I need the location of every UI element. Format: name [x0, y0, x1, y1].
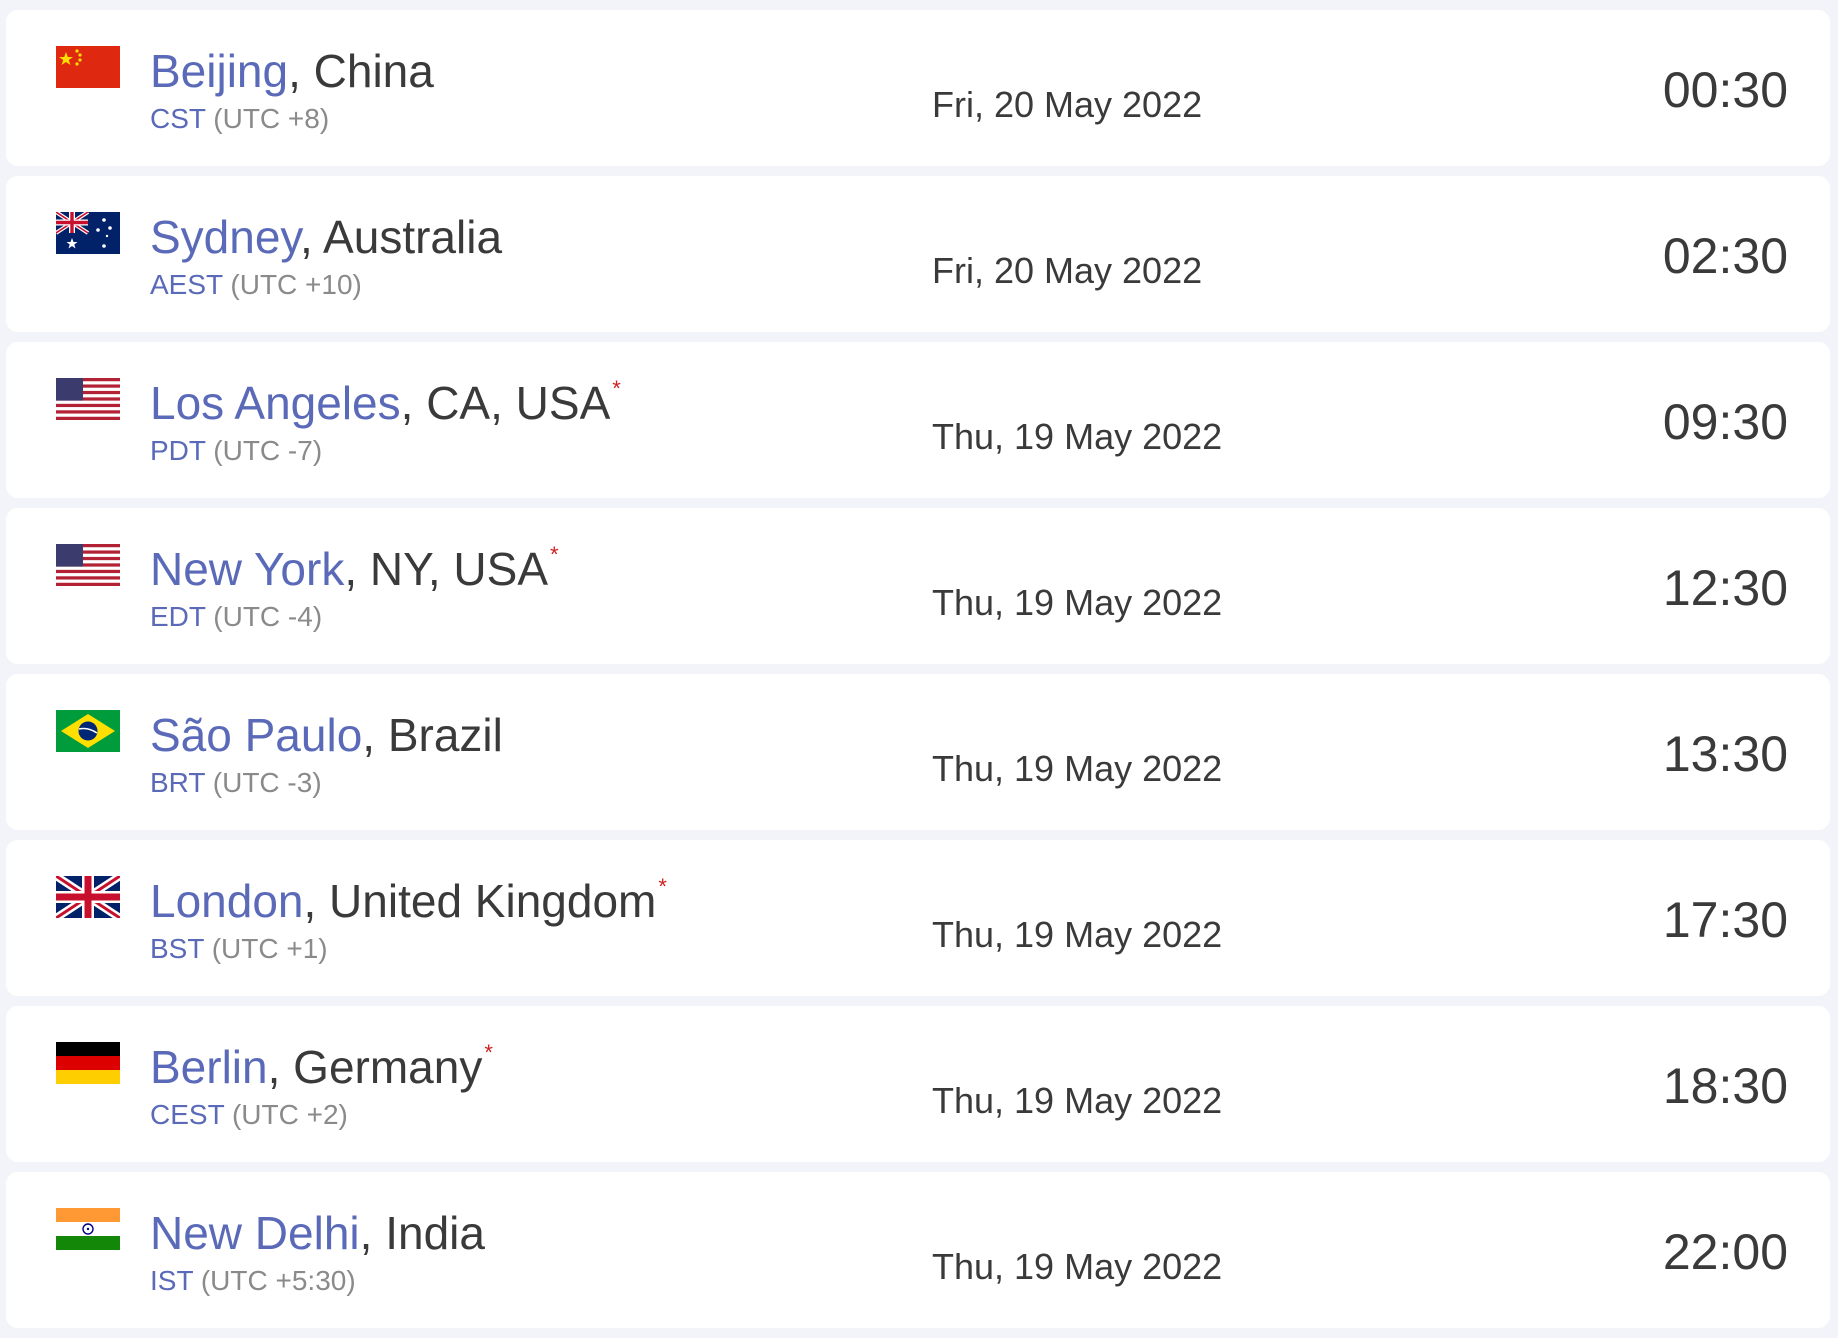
local-date: Thu, 19 May 2022 [932, 914, 1223, 955]
region-text: , Brazil [362, 709, 503, 761]
china-flag-icon [56, 46, 120, 88]
local-date: Fri, 20 May 2022 [932, 84, 1203, 125]
local-time: 17:30 [1662, 892, 1788, 948]
local-date: Thu, 19 May 2022 [932, 582, 1223, 623]
region-text: , Australia [300, 211, 503, 263]
dst-marker: * [550, 542, 559, 567]
brazil-flag-icon [56, 710, 120, 752]
timezone-info: CST (UTC +8) [150, 102, 329, 136]
clock-row-sydney: Sydney, Australia AEST (UTC +10) Fri, 20… [6, 176, 1830, 332]
location-name: New York, NY, USA* [150, 542, 559, 596]
local-time: 02:30 [1662, 228, 1788, 284]
region-text: , Germany [267, 1041, 483, 1093]
city-link[interactable]: London [150, 875, 304, 927]
utc-offset: (UTC +8) [205, 103, 330, 134]
region-text: , CA, USA [400, 377, 611, 429]
india-flag-icon [56, 1208, 120, 1250]
utc-offset: (UTC +2) [224, 1099, 348, 1130]
utc-offset: (UTC +10) [222, 269, 362, 300]
clock-row-london: London, United Kingdom* BST (UTC +1) Thu… [6, 840, 1830, 996]
location-name: Los Angeles, CA, USA* [150, 376, 621, 430]
timezone-info: IST (UTC +5:30) [150, 1264, 356, 1298]
local-date: Thu, 19 May 2022 [932, 748, 1223, 789]
local-time: 00:30 [1662, 62, 1788, 118]
timezone-abbr-link[interactable]: IST [150, 1265, 193, 1296]
timezone-abbr-link[interactable]: CST [150, 103, 206, 134]
location-name: Berlin, Germany* [150, 1040, 493, 1094]
timezone-info: CEST (UTC +2) [150, 1098, 348, 1132]
utc-offset: (UTC +1) [203, 933, 328, 964]
location-name: London, United Kingdom* [150, 874, 667, 928]
timezone-abbr-link[interactable]: AEST [150, 269, 223, 300]
region-text: , United Kingdom [303, 875, 657, 927]
region-text: , NY, USA [344, 543, 549, 595]
utc-offset: (UTC -4) [205, 601, 323, 632]
local-date: Fri, 20 May 2022 [932, 250, 1203, 291]
uk-flag-icon [56, 876, 120, 918]
dst-marker: * [484, 1040, 493, 1065]
city-link[interactable]: New York [150, 543, 344, 595]
city-link[interactable]: Berlin [150, 1041, 268, 1093]
germany-flag-icon [56, 1042, 120, 1084]
usa-flag-icon [56, 378, 120, 420]
timezone-abbr-link[interactable]: PDT [150, 435, 206, 466]
timezone-info: EDT (UTC -4) [150, 600, 322, 634]
usa-flag-icon [56, 544, 120, 586]
local-date: Thu, 19 May 2022 [932, 416, 1223, 457]
city-link[interactable]: Los Angeles [150, 377, 401, 429]
utc-offset: (UTC -3) [205, 767, 322, 798]
timezone-abbr-link[interactable]: EDT [150, 601, 206, 632]
location-name: New Delhi, India [150, 1206, 487, 1260]
location-name: São Paulo, Brazil [150, 708, 505, 762]
clock-row-beijing: Beijing, China CST (UTC +8) Fri, 20 May … [6, 10, 1830, 166]
timezone-info: BST (UTC +1) [150, 932, 328, 966]
timezone-info: AEST (UTC +10) [150, 268, 362, 302]
dst-marker: * [612, 376, 621, 401]
clock-row-los-angeles: Los Angeles, CA, USA* PDT (UTC -7) Thu, … [6, 342, 1830, 498]
utc-offset: (UTC -7) [205, 435, 323, 466]
city-link[interactable]: Beijing [150, 45, 288, 97]
timezone-abbr-link[interactable]: BST [150, 933, 204, 964]
local-time: 18:30 [1662, 1058, 1788, 1114]
timezone-info: PDT (UTC -7) [150, 434, 322, 468]
local-time: 09:30 [1662, 394, 1788, 450]
world-clock-list: Beijing, China CST (UTC +8) Fri, 20 May … [6, 10, 1830, 1338]
local-date: Thu, 19 May 2022 [932, 1080, 1223, 1121]
timezone-abbr-link[interactable]: CEST [150, 1099, 224, 1130]
local-time: 13:30 [1662, 726, 1788, 782]
region-text: , China [288, 45, 434, 97]
timezone-abbr-link[interactable]: BRT [150, 767, 205, 798]
location-name: Beijing, China [150, 44, 436, 98]
clock-row-berlin: Berlin, Germany* CEST (UTC +2) Thu, 19 M… [6, 1006, 1830, 1162]
clock-row-new-york: New York, NY, USA* EDT (UTC -4) Thu, 19 … [6, 508, 1830, 664]
city-link[interactable]: São Paulo [150, 709, 362, 761]
local-time: 12:30 [1662, 560, 1788, 616]
city-link[interactable]: New Delhi [150, 1207, 360, 1259]
utc-offset: (UTC +5:30) [193, 1265, 356, 1296]
local-date: Thu, 19 May 2022 [932, 1246, 1223, 1287]
timezone-info: BRT (UTC -3) [150, 766, 322, 800]
city-link[interactable]: Sydney [150, 211, 300, 263]
region-text: , India [359, 1207, 485, 1259]
clock-row-sao-paulo: São Paulo, Brazil BRT (UTC -3) Thu, 19 M… [6, 674, 1830, 830]
australia-flag-icon [56, 212, 120, 254]
dst-marker: * [658, 874, 667, 899]
local-time: 22:00 [1662, 1224, 1788, 1280]
clock-row-new-delhi: New Delhi, India IST (UTC +5:30) Thu, 19… [6, 1172, 1830, 1328]
location-name: Sydney, Australia [150, 210, 504, 264]
